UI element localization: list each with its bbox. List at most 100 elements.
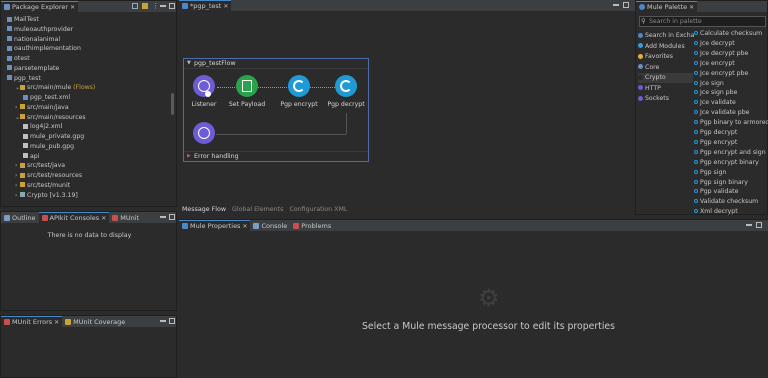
palette-operation[interactable]: Pgp sign binary (694, 178, 748, 188)
tree-item[interactable]: nationalanimal (7, 35, 60, 44)
close-icon[interactable]: ✕ (242, 223, 247, 230)
tab-munit-coverage[interactable]: MUnit Coverage (62, 316, 128, 327)
palette-operation[interactable]: Pgp binary to armored (694, 118, 768, 128)
tab-mule-palette[interactable]: Mule Palette ✕ (636, 1, 698, 12)
palette-operation[interactable]: Jce sign (694, 79, 724, 89)
palette-operation-label: Calculate checksum (700, 30, 763, 37)
tab-package-explorer[interactable]: Package Explorer ✕ (1, 1, 79, 12)
tab-munit-errors[interactable]: MUnit Errors ✕ (1, 316, 63, 327)
minimize-icon[interactable] (746, 224, 752, 226)
source-drop-component[interactable] (193, 122, 215, 144)
tree-item[interactable]: pgp_test.xml (23, 93, 70, 102)
tree-item[interactable]: oauthimplementation (7, 44, 81, 53)
operation-icon (694, 70, 698, 75)
tab-problems[interactable]: Problems (290, 220, 334, 231)
tree-item[interactable]: mule_pub.gpg (23, 142, 74, 151)
console-icon (253, 222, 260, 229)
maximize-icon[interactable] (169, 3, 175, 9)
minimize-icon[interactable] (160, 216, 166, 218)
tab-mule-properties[interactable]: Mule Properties ✕ (179, 220, 251, 231)
tree-item[interactable]: MailTest (7, 15, 39, 24)
minimize-icon[interactable] (613, 4, 619, 6)
tree-item-label: mule_private.gpg (30, 133, 85, 140)
tree-item[interactable]: › src/test/munit (15, 181, 70, 190)
set-payload-component[interactable] (236, 75, 258, 97)
link-editor-icon[interactable] (142, 3, 148, 9)
tree-item[interactable]: › src/test/resources (15, 171, 82, 180)
collapse-all-icon[interactable] (132, 3, 138, 9)
munit-coverage-icon (65, 318, 72, 325)
collapse-triangle-icon[interactable]: ▼ (187, 60, 191, 66)
operation-icon (694, 31, 698, 35)
flow-header[interactable]: ▼ pgp_testFlow (184, 59, 368, 69)
palette-operation[interactable]: Calculate checksum (694, 29, 762, 39)
tree-scrollbar[interactable] (171, 93, 174, 115)
close-icon[interactable]: ✕ (70, 4, 75, 11)
tab-message-flow[interactable]: Message Flow (179, 206, 229, 213)
flow-container[interactable]: ▼ pgp_testFlow Listener Set Payload Pgp … (183, 58, 369, 162)
palette-operation[interactable]: Pgp decrypt (694, 128, 737, 138)
tree-item[interactable]: pgp_test (7, 74, 41, 83)
palette-operation[interactable]: Jce sign pbe (694, 88, 737, 98)
tree-item[interactable]: ⌄ src/main/mule (Flows) (15, 83, 95, 92)
tree-item[interactable]: muleoauthprovider (7, 25, 73, 34)
tab-console[interactable]: Console (250, 220, 290, 231)
tab-munit[interactable]: MUnit (109, 212, 142, 223)
palette-operation[interactable]: Pgp validate (694, 187, 738, 197)
palette-operation[interactable]: Pgp sign (694, 168, 726, 178)
palette-operation[interactable]: Pgp encrypt (694, 138, 737, 148)
tab-console-label: Console (261, 221, 288, 230)
palette-category[interactable]: Core (638, 63, 693, 73)
operation-icon (694, 209, 698, 214)
palette-search-input[interactable]: ⚲ Search in palette (639, 16, 766, 27)
close-icon[interactable]: ✕ (689, 4, 694, 11)
palette-category[interactable]: Add Modules (638, 42, 693, 52)
palette-operation[interactable]: Pgp encrypt and sign (694, 148, 766, 158)
tab-pgp-test-editor[interactable]: *pgp_test ✕ (179, 0, 232, 11)
munit-tabbar: MUnit Errors ✕ MUnit Coverage (1, 316, 176, 327)
palette-category[interactable]: HTTP (638, 84, 693, 94)
tree-item[interactable]: › Crypto [v1.3.19] (15, 191, 78, 200)
palette-category[interactable]: Search in Excha (638, 31, 694, 41)
palette-operation[interactable]: Xml decrypt (694, 207, 738, 217)
tree-item[interactable]: ⌄ src/main/resources (15, 113, 86, 122)
palette-category[interactable]: Favorites (638, 52, 693, 62)
pgp-decrypt-component[interactable] (335, 75, 357, 97)
tab-global-elements[interactable]: Global Elements (229, 206, 286, 213)
palette-operation[interactable]: Jce validate pbe (694, 108, 749, 118)
tree-item[interactable]: › src/main/java (15, 103, 69, 112)
minimize-icon[interactable] (160, 5, 166, 7)
category-icon (638, 53, 643, 59)
view-menu-icon[interactable]: ⋮ (152, 2, 159, 10)
tree-item[interactable]: › src/test/java (15, 161, 65, 170)
minimize-icon[interactable] (160, 320, 166, 322)
palette-operation[interactable]: Jce decrypt pbe (694, 49, 748, 59)
expand-triangle-icon[interactable]: ▶ (187, 153, 191, 159)
maximize-icon[interactable] (169, 318, 175, 324)
tree-item[interactable]: mule_private.gpg (23, 132, 84, 141)
palette-operation[interactable]: Jce encrypt (694, 59, 735, 69)
close-icon[interactable]: ✕ (101, 215, 106, 222)
tree-item[interactable]: api (23, 152, 39, 161)
palette-category[interactable]: Crypto (638, 73, 693, 83)
palette-operation[interactable]: Jce validate (694, 98, 736, 108)
maximize-icon[interactable] (169, 214, 175, 220)
error-handling-section[interactable]: ▶ Error handling (184, 151, 368, 161)
tab-configuration-xml[interactable]: Configuration XML (286, 206, 350, 213)
tree-item[interactable]: otest (7, 54, 30, 63)
tab-outline[interactable]: Outline (1, 212, 39, 223)
close-icon[interactable]: ✕ (54, 319, 59, 326)
tree-item[interactable]: log4j2.xml (23, 122, 62, 131)
palette-operation[interactable]: Pgp encrypt binary (694, 158, 759, 168)
pgp-encrypt-component[interactable] (288, 75, 310, 97)
maximize-icon[interactable] (623, 2, 629, 8)
close-icon[interactable]: ✕ (223, 3, 228, 10)
maximize-icon[interactable] (756, 222, 762, 228)
palette-category[interactable]: Sockets (638, 94, 693, 104)
palette-operation[interactable]: Jce encrypt pbe (694, 69, 748, 79)
tree-item[interactable]: parsetemplate (7, 64, 59, 73)
palette-operation[interactable]: Jce decrypt (694, 39, 735, 49)
listener-component[interactable] (193, 75, 215, 97)
palette-operation[interactable]: Validate checksum (694, 197, 758, 207)
tab-apikit-consoles[interactable]: APIkit Consoles ✕ (38, 212, 110, 223)
